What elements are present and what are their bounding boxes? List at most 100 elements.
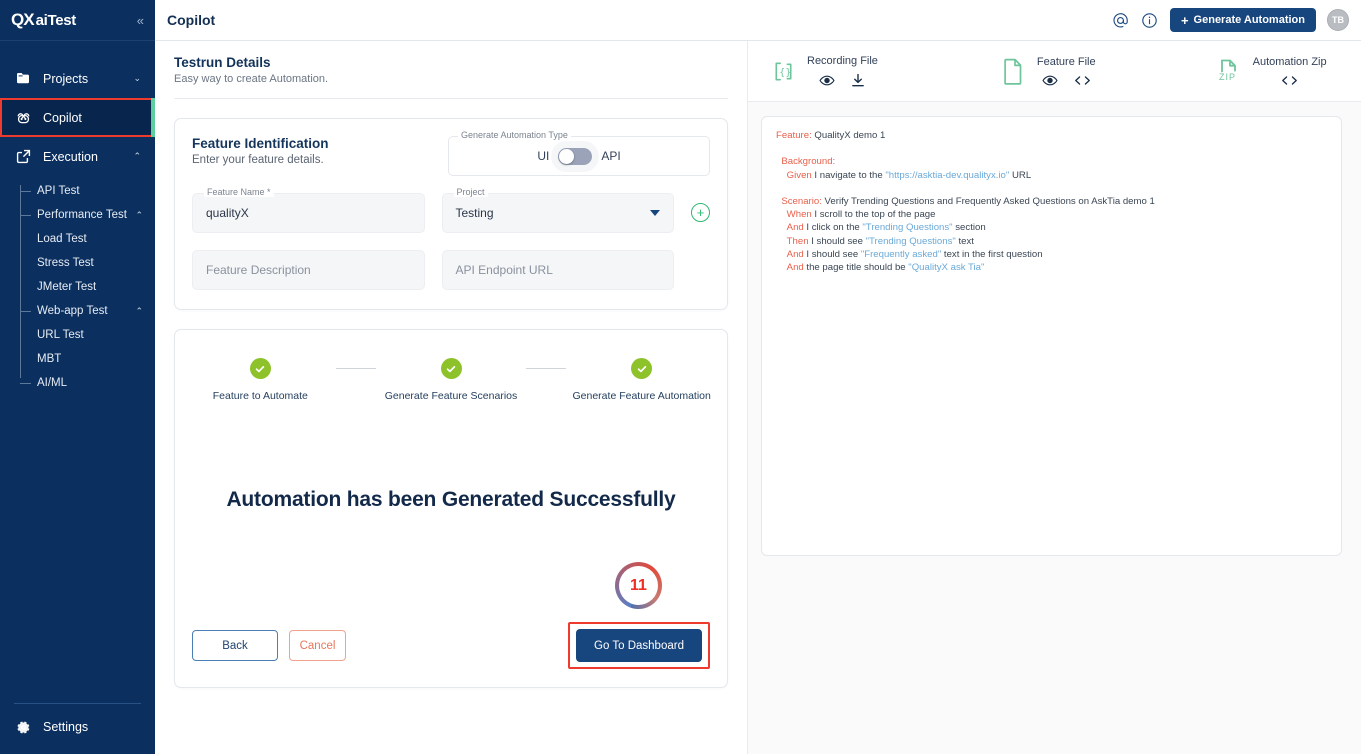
feature-name-value: qualityX: [206, 206, 249, 220]
feature-file-viewer[interactable]: Feature: QualityX demo 1 Background: Giv…: [761, 116, 1342, 556]
step-generate-feature-scenarios[interactable]: Generate Feature Scenarios: [376, 358, 527, 402]
feature-file-line: And I click on the "Trending Questions" …: [786, 222, 986, 234]
back-label: Back: [222, 639, 248, 652]
chevron-up-icon: ⌃: [135, 209, 143, 220]
sidebar-item-url-test[interactable]: URL Test: [0, 323, 155, 347]
step-label: Generate Feature Scenarios: [384, 390, 518, 402]
code-icon[interactable]: [1074, 74, 1091, 87]
feature-name-legend: Feature Name *: [204, 187, 274, 197]
execution-icon: [14, 147, 33, 166]
sidebar-subitem-label: AI/ML: [37, 377, 68, 389]
feature-fields-row-2: Feature Description API Endpoint URL: [192, 250, 710, 290]
go-to-dashboard-highlight: Go To Dashboard: [568, 622, 710, 669]
feature-file-line: Background:: [781, 156, 836, 168]
feature-identification-subtitle: Enter your feature details.: [192, 154, 324, 166]
step-connector: [335, 368, 376, 369]
copilot-icon: [14, 108, 33, 127]
json-braces-icon: {}: [768, 55, 798, 87]
file-group-recording: {} Recording File: [768, 55, 878, 88]
eye-icon[interactable]: [1042, 74, 1058, 87]
sidebar-item-web-app-test[interactable]: Web-app Test ⌃: [0, 299, 155, 323]
sidebar-item-jmeter-test[interactable]: JMeter Test: [0, 275, 155, 299]
code-icon[interactable]: [1281, 74, 1298, 87]
step-generate-feature-automation[interactable]: Generate Feature Automation: [566, 358, 717, 402]
step-feature-to-automate[interactable]: Feature to Automate: [185, 358, 336, 402]
info-icon[interactable]: [1141, 11, 1159, 29]
testrun-subtitle: Easy way to create Automation.: [174, 73, 329, 85]
topbar-actions: + Generate Automation TB: [1112, 8, 1349, 32]
feature-description-input[interactable]: Feature Description: [192, 250, 425, 290]
main-region: Copilot + Generate Automation TB Testrun…: [155, 0, 1361, 754]
file-group-feature: Feature File: [998, 55, 1096, 87]
api-endpoint-input[interactable]: API Endpoint URL: [441, 250, 674, 290]
check-icon: [440, 358, 462, 379]
avatar[interactable]: TB: [1327, 9, 1349, 31]
svg-text:ZIP: ZIP: [1219, 72, 1236, 82]
action-buttons-row: Back Cancel Go To Dashboard: [175, 609, 727, 687]
sidebar-item-mbt[interactable]: MBT: [0, 347, 155, 371]
add-project-button[interactable]: +: [691, 203, 710, 222]
toggle-knob: [559, 148, 575, 164]
go-to-dashboard-button[interactable]: Go To Dashboard: [576, 629, 702, 662]
generated-files-panel: {} Recording File Feature File ZIP Autom…: [748, 41, 1361, 754]
feature-description-placeholder: Feature Description: [206, 263, 311, 277]
sidebar-item-stress-test[interactable]: Stress Test: [0, 251, 155, 275]
sidebar-footer: Settings: [0, 703, 155, 754]
feature-file-line: Scenario: Verify Trending Questions and …: [781, 196, 1155, 208]
sidebar-subitem-label: URL Test: [37, 329, 84, 341]
folder-icon: [14, 69, 33, 88]
sidebar-item-copilot[interactable]: Copilot: [0, 98, 155, 137]
step-label: Generate Feature Automation: [572, 390, 711, 402]
project-value: Testing: [455, 206, 494, 220]
toggle-label-api: API: [601, 149, 621, 163]
feature-file-line: And the page title should be "QualityX a…: [786, 262, 985, 274]
generate-automation-type-group: Generate Automation Type UI API: [448, 130, 710, 176]
sidebar: QX aiTest « Projects ⌄ Copilot Execution…: [0, 0, 155, 754]
toggle-label-ui: UI: [537, 149, 550, 163]
ui-api-toggle[interactable]: [558, 147, 593, 165]
download-icon[interactable]: [851, 73, 865, 88]
feature-file-viewer-wrap: Feature: QualityX demo 1 Background: Giv…: [748, 102, 1361, 556]
sidebar-item-performance-test[interactable]: Performance Test ⌃: [0, 203, 155, 227]
sidebar-subnav: API Test Performance Test ⌃ Load Test St…: [0, 179, 155, 395]
eye-icon[interactable]: [819, 74, 836, 87]
step-label: Feature to Automate: [212, 390, 308, 402]
app-root: QX aiTest « Projects ⌄ Copilot Execution…: [0, 0, 1361, 754]
divider: [174, 98, 728, 99]
back-button[interactable]: Back: [192, 630, 278, 661]
cancel-button[interactable]: Cancel: [289, 630, 346, 661]
sidebar-item-settings[interactable]: Settings: [0, 712, 155, 742]
files-toolbar: {} Recording File Feature File ZIP Autom…: [748, 41, 1361, 102]
generate-automation-button[interactable]: + Generate Automation: [1169, 8, 1316, 32]
feature-identification-title: Feature Identification: [192, 136, 329, 151]
feature-file-line: When I scroll to the top of the page: [786, 209, 936, 221]
automation-result-card: Feature to Automate Generate Feature Sce…: [174, 329, 728, 688]
step-badge-row: 11: [175, 562, 727, 609]
sidebar-subitem-label: Web-app Test: [37, 305, 108, 317]
feature-identification-card: Feature Identification Enter your featur…: [174, 118, 728, 310]
success-message: Automation has been Generated Successful…: [226, 488, 676, 511]
chevron-down-icon: ⌄: [133, 73, 141, 83]
page-title: Copilot: [167, 12, 216, 28]
generate-automation-type-legend: Generate Automation Type: [458, 130, 571, 140]
sidebar-item-label: Execution: [43, 149, 98, 164]
project-select[interactable]: Project Testing: [441, 187, 674, 233]
feature-name-field[interactable]: Feature Name * qualityX: [192, 187, 425, 233]
sidebar-item-execution[interactable]: Execution ⌃: [0, 137, 155, 176]
topbar: Copilot + Generate Automation TB: [155, 0, 1361, 41]
sidebar-collapse-icon[interactable]: «: [137, 13, 144, 28]
body-split: Testrun Details Easy way to create Autom…: [155, 41, 1361, 754]
sidebar-subitem-label: Performance Test: [37, 209, 127, 221]
project-legend: Project: [453, 187, 488, 197]
chevron-up-icon: ⌃: [133, 151, 141, 161]
cancel-label: Cancel: [299, 639, 336, 652]
sidebar-item-projects[interactable]: Projects ⌄: [0, 59, 155, 98]
sidebar-item-ai-ml[interactable]: AI/ML: [0, 371, 155, 395]
mention-icon[interactable]: [1112, 11, 1130, 29]
sidebar-logo[interactable]: QX aiTest «: [0, 0, 155, 41]
sidebar-item-api-test[interactable]: API Test: [0, 179, 155, 203]
sidebar-item-load-test[interactable]: Load Test: [0, 227, 155, 251]
feature-file-line: [776, 182, 1327, 195]
feature-file-line: And I should see "Frequently asked" text…: [786, 248, 1043, 260]
testrun-details-panel: Testrun Details Easy way to create Autom…: [155, 41, 748, 754]
